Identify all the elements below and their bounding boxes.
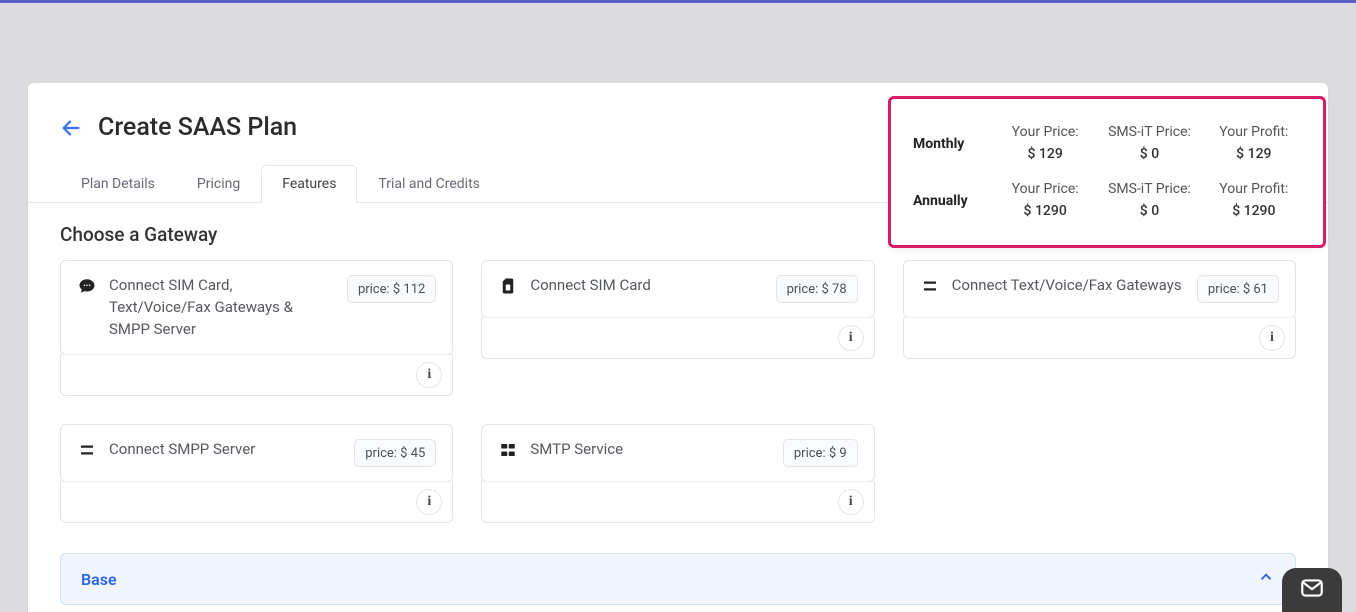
- help-fab[interactable]: [1282, 568, 1342, 612]
- summary-monthly-your-price: Your Price: $ 129: [998, 123, 1092, 164]
- tab-plan-details[interactable]: Plan Details: [60, 165, 176, 203]
- summary-annually-smsit-price: SMS-iT Price: $ 0: [1102, 180, 1196, 221]
- sms-bubble-icon: [77, 275, 97, 295]
- gateway-card[interactable]: SMTP Service price: $ 9: [481, 424, 874, 482]
- gateway-price: price: $ 112: [347, 275, 436, 303]
- gateway-price: price: $ 9: [783, 439, 858, 467]
- summary-period-annually: Annually: [913, 193, 988, 209]
- info-icon[interactable]: i: [416, 489, 442, 515]
- gateway-item: Connect SIM Card, Text/Voice/Fax Gateway…: [60, 260, 453, 396]
- info-icon[interactable]: i: [1259, 325, 1285, 351]
- gateway-label: Connect SIM Card: [530, 275, 763, 297]
- summary-monthly-your-profit: Your Profit: $ 129: [1207, 123, 1301, 164]
- gateway-info-bar: i: [481, 481, 874, 523]
- gateway-card[interactable]: Connect Text/Voice/Fax Gateways price: $…: [903, 260, 1296, 318]
- info-icon[interactable]: i: [838, 489, 864, 515]
- gateway-item: SMTP Service price: $ 9 i: [481, 424, 874, 523]
- gateway-info-bar: i: [60, 481, 453, 523]
- gateway-label: SMTP Service: [530, 439, 771, 461]
- back-arrow-icon[interactable]: [60, 117, 82, 139]
- smtp-icon: [498, 439, 518, 459]
- accordion-label: Base: [81, 570, 117, 589]
- gateway-card[interactable]: Connect SIM Card price: $ 78: [481, 260, 874, 318]
- chevron-up-icon: [1257, 568, 1275, 590]
- tab-features[interactable]: Features: [261, 165, 357, 203]
- server-icon: [77, 439, 97, 459]
- pricing-summary-panel: Monthly Your Price: $ 129 SMS-iT Price: …: [888, 96, 1326, 248]
- gateway-price: price: $ 78: [776, 275, 858, 303]
- gateway-item: Connect SMPP Server price: $ 45 i: [60, 424, 453, 523]
- summary-annually-your-price: Your Price: $ 1290: [998, 180, 1092, 221]
- gateway-label: Connect SMPP Server: [109, 439, 342, 461]
- gateway-item: Connect Text/Voice/Fax Gateways price: $…: [903, 260, 1296, 396]
- gateway-label: Connect SIM Card, Text/Voice/Fax Gateway…: [109, 275, 335, 340]
- gateway-icon: [920, 275, 940, 295]
- gateway-card[interactable]: Connect SMPP Server price: $ 45: [60, 424, 453, 482]
- tab-trial-credits[interactable]: Trial and Credits: [357, 165, 500, 203]
- sim-card-icon: [498, 275, 518, 295]
- info-icon[interactable]: i: [416, 362, 442, 388]
- gateway-info-bar: i: [60, 354, 453, 396]
- gateway-card[interactable]: Connect SIM Card, Text/Voice/Fax Gateway…: [60, 260, 453, 355]
- info-icon[interactable]: i: [838, 325, 864, 351]
- gateway-price: price: $ 45: [354, 439, 436, 467]
- summary-annually-your-profit: Your Profit: $ 1290: [1207, 180, 1301, 221]
- gateway-info-bar: i: [903, 317, 1296, 359]
- mail-icon: [1299, 575, 1325, 605]
- gateway-item: Connect SIM Card price: $ 78 i: [481, 260, 874, 396]
- tab-pricing[interactable]: Pricing: [176, 165, 261, 203]
- accordion-base[interactable]: Base: [60, 553, 1296, 605]
- gateway-info-bar: i: [481, 317, 874, 359]
- gateway-label: Connect Text/Voice/Fax Gateways: [952, 275, 1185, 297]
- summary-monthly-smsit-price: SMS-iT Price: $ 0: [1102, 123, 1196, 164]
- page-title: Create SAAS Plan: [98, 113, 297, 142]
- gateway-price: price: $ 61: [1197, 275, 1279, 303]
- summary-period-monthly: Monthly: [913, 136, 988, 152]
